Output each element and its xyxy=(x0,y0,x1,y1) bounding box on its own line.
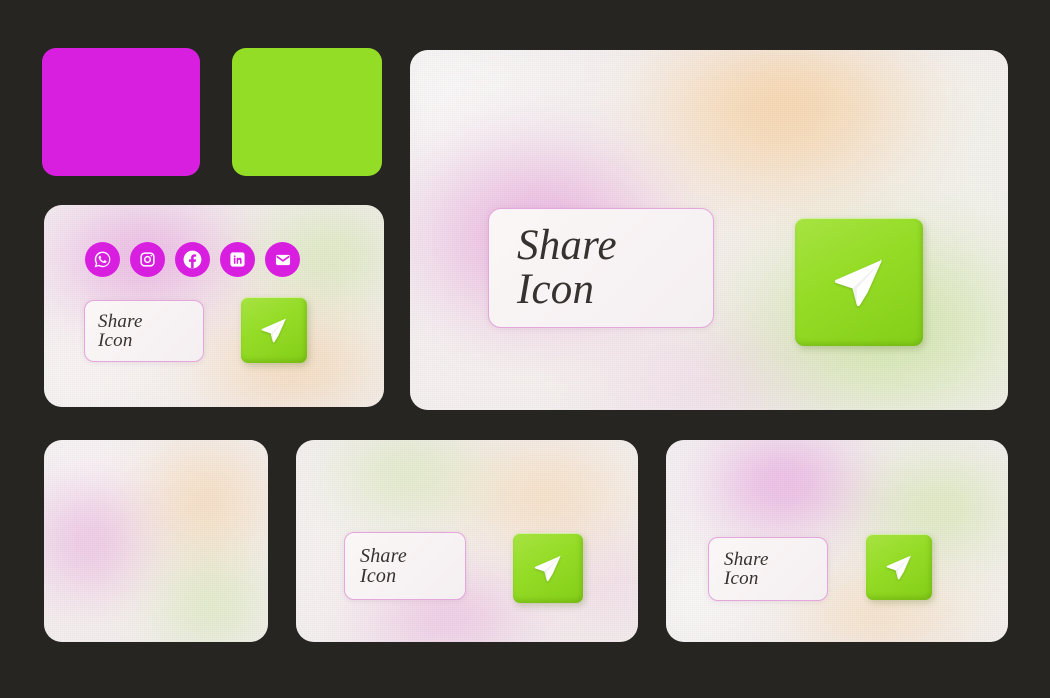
send-paper-plane-icon xyxy=(258,314,290,346)
share-card-variant-3: Share Icon xyxy=(666,440,1008,642)
whatsapp-icon[interactable] xyxy=(85,242,120,277)
send-button[interactable] xyxy=(866,534,932,600)
social-icon-row xyxy=(85,242,300,277)
send-paper-plane-icon xyxy=(883,551,915,583)
share-label-text: Share Icon xyxy=(360,544,407,587)
send-button[interactable] xyxy=(795,218,923,346)
share-label-pill[interactable]: Share Icon xyxy=(708,537,828,601)
share-label-pill[interactable]: Share Icon xyxy=(84,300,204,362)
send-paper-plane-icon xyxy=(531,551,565,585)
instagram-icon[interactable] xyxy=(130,242,165,277)
magenta-swatch[interactable] xyxy=(42,48,200,176)
linkedin-icon[interactable] xyxy=(220,242,255,277)
card-gradient xyxy=(44,440,268,642)
hero-share-card: Share Icon xyxy=(410,50,1008,410)
send-button[interactable] xyxy=(513,533,583,603)
green-swatch[interactable] xyxy=(232,48,382,176)
canvas: Share Icon Share Icon Share Icon Share I… xyxy=(0,0,1050,698)
mail-icon[interactable] xyxy=(265,242,300,277)
send-button[interactable] xyxy=(241,297,307,363)
share-label-pill[interactable]: Share Icon xyxy=(488,208,714,328)
share-label-text: Share Icon xyxy=(98,310,143,351)
share-label-text: Share Icon xyxy=(517,222,617,313)
share-label-pill[interactable]: Share Icon xyxy=(344,532,466,600)
send-paper-plane-icon xyxy=(828,251,890,313)
share-label-text: Share Icon xyxy=(724,548,769,589)
facebook-icon[interactable] xyxy=(175,242,210,277)
gradient-swatch-card xyxy=(44,440,268,642)
share-card-variant-2: Share Icon xyxy=(296,440,638,642)
social-share-card: Share Icon xyxy=(44,205,384,407)
